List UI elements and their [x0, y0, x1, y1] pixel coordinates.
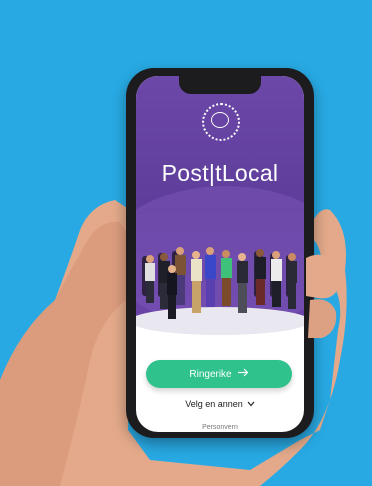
- choose-other-link[interactable]: Velg en annen: [136, 399, 304, 409]
- crowd-illustration: [136, 247, 304, 335]
- chevron-down-icon: [247, 399, 255, 409]
- primary-button-label: Ringerike: [189, 368, 232, 380]
- arrow-right-icon: [237, 368, 249, 380]
- photo-frame: Post|tLocal Ringerike Velg en annen Pers…: [0, 0, 372, 486]
- brand-name: Post|tLocal: [161, 160, 279, 186]
- app-screen: Post|tLocal Ringerike Velg en annen Pers…: [136, 76, 304, 432]
- hero-banner: Post|tLocal: [136, 76, 304, 335]
- secondary-label: Velg en annen: [185, 399, 243, 409]
- phone-device: Post|tLocal Ringerike Velg en annen Pers…: [126, 68, 314, 438]
- phone-notch: [179, 76, 261, 94]
- privacy-link[interactable]: Personvern: [136, 424, 304, 431]
- chat-bubble-icon: [211, 112, 229, 128]
- select-municipality-button[interactable]: Ringerike: [146, 360, 292, 388]
